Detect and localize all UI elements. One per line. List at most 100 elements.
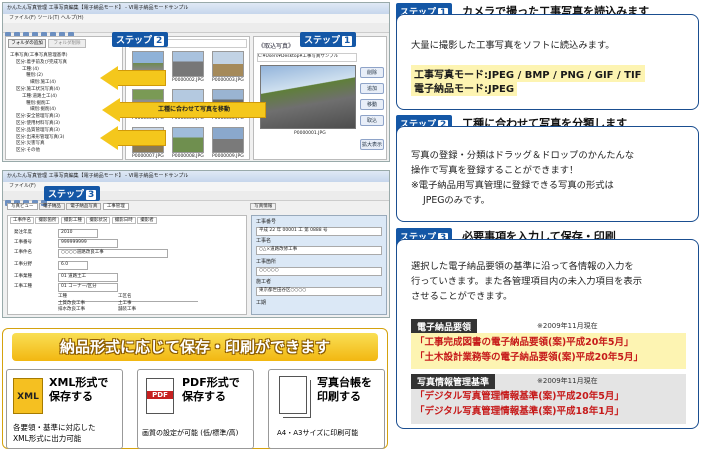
- step2-badge: ステップ 2: [112, 32, 169, 47]
- photo-standard-date-note: ※2009年11月現在: [537, 377, 598, 385]
- tab-delivery-photo[interactable]: 電子納品写真: [66, 203, 102, 210]
- step1-panel: 大量に撮影した工事写真をソフトに読込みます。 工事写真モード:JPEG / BM…: [396, 14, 699, 110]
- drag-arrow-head: [102, 98, 120, 122]
- photo-thumbnail[interactable]: [212, 127, 244, 153]
- tab-delivery[interactable]: 電子納品: [38, 203, 65, 210]
- drag-caption: 工種に合わせて写真を移動: [158, 106, 231, 113]
- sub-tab[interactable]: 撮影工種: [60, 217, 85, 224]
- standard-date-note: ※2009年11月現在: [537, 322, 598, 330]
- industry-select[interactable]: 01 道路土工: [58, 273, 118, 282]
- info-pane: 工事番号 平成 22 年 00001 工 第 0888 号 工事名 ○△×道路改…: [251, 215, 387, 315]
- sub-tab[interactable]: 撮影日時: [111, 217, 136, 224]
- step1-body: 大量に撮影した工事写真をソフトに読込みます。: [411, 40, 615, 51]
- tree-node[interactable]: 区分:施工状況写真(4): [10, 87, 68, 94]
- project-name-input[interactable]: ○○○○道路改良工事: [58, 249, 168, 258]
- field-label: 発注年度: [14, 230, 32, 235]
- project-number-input[interactable]: 999999999: [58, 239, 118, 248]
- drag-arrow: [116, 70, 166, 86]
- thumb-label: P0000002.JPG: [172, 78, 204, 83]
- tab-construction[interactable]: 工事管理: [102, 203, 129, 210]
- tree-node[interactable]: 工種:道路土工(4): [10, 94, 68, 101]
- pdf-title: PDF形式で 保存する: [182, 376, 240, 403]
- info-label: 工事番号: [256, 219, 277, 225]
- import-panel: 《取込写真》 C:¥Users¥Desktop¥工事写真サンプル P000000…: [253, 36, 387, 160]
- remove-folder-button[interactable]: フォルダ削除: [48, 39, 86, 48]
- step1-format-delivery: 電子納品モード:JPEG: [411, 79, 518, 96]
- sub-tab[interactable]: 撮影状況: [86, 217, 111, 224]
- tree-node[interactable]: 区分:その他: [10, 148, 68, 155]
- print-output-box: 写真台帳を 印刷する A4・A3サイズに印刷可能: [268, 369, 385, 449]
- tab-photo-info[interactable]: 写真情報: [250, 203, 277, 210]
- drag-arrow-head: [100, 66, 118, 90]
- tree-node[interactable]: 細別:施工(4): [10, 80, 68, 87]
- sub-tabs: 工事件名 撮影箇所 撮影工種 撮影状況 撮影日時 撮影者: [10, 217, 157, 225]
- info-label: 施工者: [256, 279, 272, 285]
- window-title: かんたん写真管理 工事写真編集【電子納品モード】 - VI電子納品モードサンプル: [3, 171, 389, 182]
- thumb-label: P0000003.JPG: [212, 78, 244, 83]
- preview-label: P0000001.JPG: [294, 131, 326, 136]
- menu-bar[interactable]: ファイル(F) ツール(T) ヘルプ(H): [3, 14, 389, 23]
- photo-standard-item: 「デジタル写真管理情報基準(案)平成20年5月」: [415, 391, 624, 402]
- year-input[interactable]: 2010: [58, 229, 98, 238]
- table-row[interactable]: 排水改良工事 舗装工事: [58, 307, 136, 314]
- move-button[interactable]: 移動: [360, 99, 384, 110]
- step3-body: させることができます。: [411, 291, 513, 302]
- info-label: 工事箇所: [256, 259, 277, 265]
- zoom-button[interactable]: 拡大表示: [360, 139, 384, 150]
- photo-thumbnail[interactable]: [172, 127, 204, 153]
- info-value[interactable]: 平成 22 年 00001 工 第 0888 号: [256, 227, 382, 236]
- tab-photo-view[interactable]: 写真ビュー: [7, 203, 38, 210]
- import-button[interactable]: 取込: [360, 115, 384, 126]
- info-value[interactable]: ○○○○○: [256, 267, 382, 276]
- step3-body: 行っていきます。また各管理項目内の未入力項目を表示: [411, 276, 643, 287]
- window-title: かんたん写真管理 工事写真編集【電子納品モード】 - VI電子納品モードサンプル: [3, 3, 389, 14]
- print-title: 写真台帳を 印刷する: [317, 376, 372, 403]
- field-label: 工事件名: [14, 250, 32, 255]
- info-label: 工期: [256, 300, 267, 306]
- xml-title: XML形式で 保存する: [49, 376, 109, 403]
- type-select[interactable]: 01 コーナー/区分: [58, 283, 118, 292]
- save-print-banner: 納品形式に応じて保存・印刷ができます: [12, 333, 378, 361]
- photo-standard-item: 「デジタル写真管理情報基準(案)平成18年1月」: [415, 406, 624, 417]
- field-label: 工事工種: [14, 284, 32, 289]
- info-value[interactable]: ○△×道路改修工事: [256, 246, 382, 255]
- xml-output-box: XML XML形式で 保存する 各要領・基準に対応した XML形式に出力可能: [6, 369, 123, 449]
- photo-thumbnail[interactable]: [212, 51, 244, 77]
- sub-tab[interactable]: 工事件名: [10, 217, 34, 224]
- field-label: 工事業種: [14, 274, 32, 279]
- step2-note: ※電子納品用写真管理に登録できる写真の形式は: [411, 180, 614, 191]
- tree-node[interactable]: 工事写真(工事写真管理基準): [10, 53, 68, 60]
- photo-standard-label: 写真情報管理基準: [411, 374, 496, 389]
- step1-badge: ステップ 1: [300, 32, 357, 47]
- sub-tab[interactable]: 撮影箇所: [35, 217, 60, 224]
- standard-item: 「工事完成図書の電子納品要領(案)平成20年5月」: [415, 337, 634, 348]
- tree-node[interactable]: 区分:使用材料写真(3): [10, 121, 68, 128]
- step3-body: 選択した電子納品要領の基準に沿って各情報の入力を: [411, 261, 634, 272]
- preview-photo[interactable]: [260, 65, 356, 129]
- app-window-1: かんたん写真管理 工事写真編集【電子納品モード】 - VI電子納品モードサンプル…: [2, 2, 390, 162]
- add-folder-button[interactable]: フォルダの追加: [8, 39, 46, 48]
- thumb-label: P0000007.JPG: [132, 154, 164, 159]
- path-field[interactable]: C:¥Users¥Desktop¥工事写真サンプル: [257, 53, 357, 62]
- tree-node[interactable]: 区分:品質管理写真(3): [10, 128, 68, 135]
- info-value[interactable]: 東京都世田谷区○○○○: [256, 287, 382, 296]
- pdf-file-icon: PDF: [146, 378, 174, 414]
- main-tabs: 写真ビュー 電子納品 電子納品写真 工事管理 写真情報: [7, 203, 277, 211]
- field-label: 工事分野: [14, 262, 32, 267]
- standard-box: 「工事完成図書の電子納品要領(案)平成20年5月」 「土木設計業務等の電子納品要…: [411, 333, 686, 369]
- add-button[interactable]: 追加: [360, 83, 384, 94]
- sub-tab[interactable]: 撮影者: [137, 217, 157, 224]
- tree-node[interactable]: 区分:着手前及び完成写真: [10, 60, 68, 67]
- xml-desc: 各要領・基準に対応した XML形式に出力可能: [13, 423, 96, 443]
- delete-button[interactable]: 削除: [360, 67, 384, 78]
- step2-body: 操作で写真を登録することができます！: [411, 165, 579, 176]
- step2-body: 写真の登録・分類はドラッグ＆ドロップのかんたんな: [411, 150, 635, 161]
- drag-arrow-head: [100, 126, 118, 150]
- tree-node[interactable]: 区分:安全管理写真(3): [10, 114, 68, 121]
- photo-thumbnail[interactable]: [172, 51, 204, 77]
- pdf-desc: 画質の設定が可能 (低/標準/高): [142, 429, 239, 437]
- step3-badge: ステップ 3: [44, 186, 101, 201]
- folder-tree: 工事写真(工事写真管理基準) 区分:着手前及び完成写真 工種:(4) 種別:(2…: [10, 53, 68, 155]
- pdf-output-box: PDF PDF形式で 保存する 画質の設定が可能 (低/標準/高): [137, 369, 254, 449]
- field-select[interactable]: 6.0: [58, 261, 88, 270]
